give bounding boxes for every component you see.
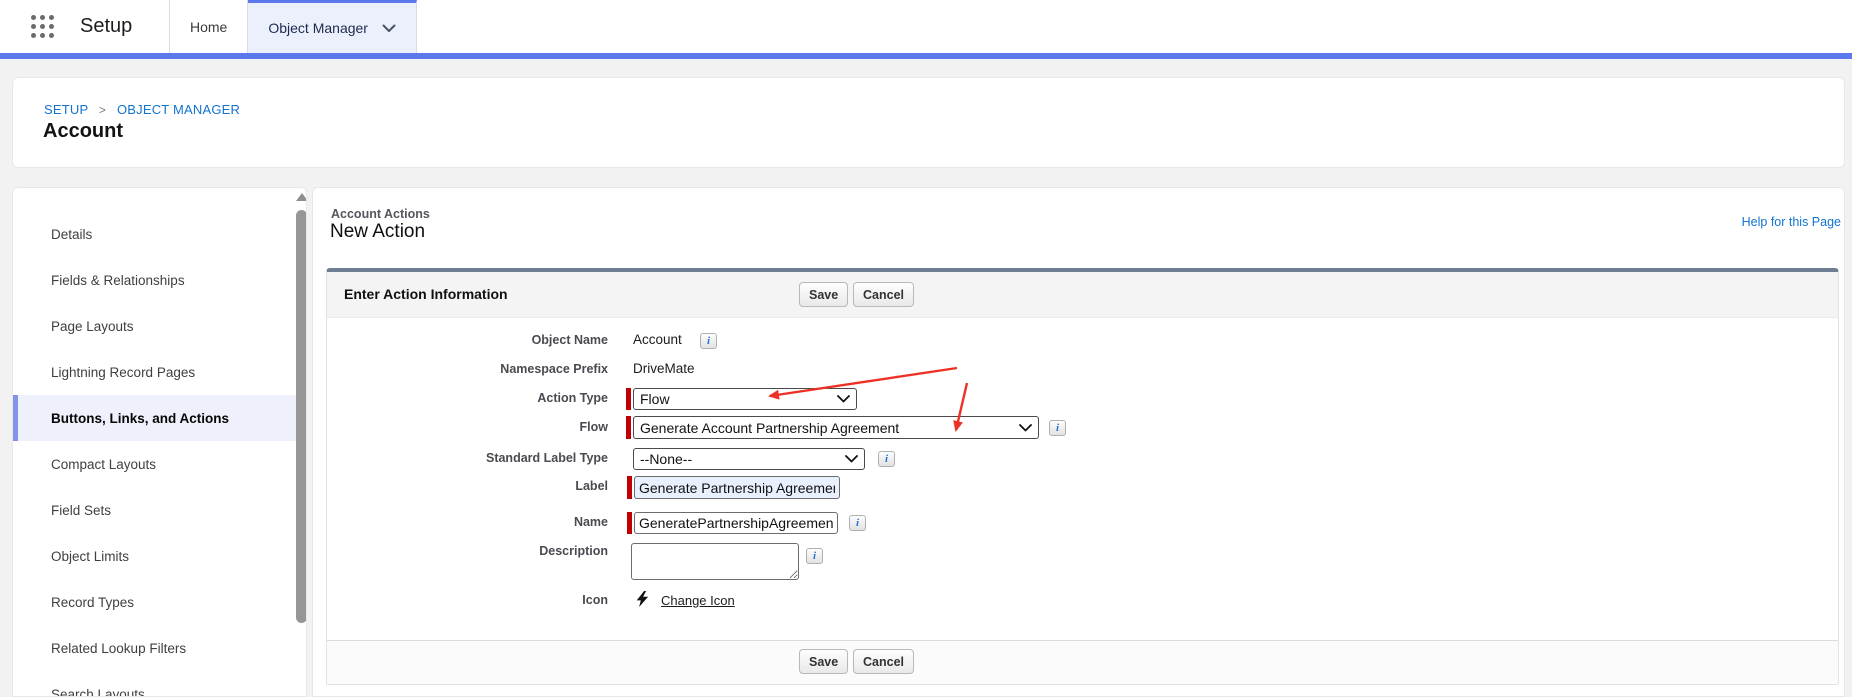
object-header-card: SETUP > OBJECT MANAGER Account bbox=[12, 77, 1845, 168]
sidebar-item-fields-relationships[interactable]: Fields & Relationships bbox=[13, 257, 306, 303]
breadcrumb: SETUP > OBJECT MANAGER bbox=[44, 102, 240, 117]
main-content-card: Account Actions New Action Help for this… bbox=[312, 187, 1845, 697]
object-title: Account bbox=[43, 120, 123, 143]
change-icon-link[interactable]: Change Icon bbox=[661, 593, 735, 608]
save-button[interactable]: Save bbox=[799, 282, 848, 307]
chevron-down-icon bbox=[1019, 424, 1032, 432]
app-launcher-icon[interactable] bbox=[31, 15, 57, 40]
sidebar-nav-list: Details Fields & Relationships Page Layo… bbox=[13, 211, 306, 697]
chevron-down-icon bbox=[382, 20, 396, 36]
sidebar-item-object-limits[interactable]: Object Limits bbox=[13, 533, 306, 579]
section-label: Account Actions bbox=[331, 207, 430, 221]
help-for-this-page-link[interactable]: Help for this Page bbox=[1742, 215, 1841, 229]
chevron-down-icon bbox=[845, 455, 858, 463]
chevron-down-icon bbox=[837, 395, 850, 403]
standard-label-type-label: Standard Label Type bbox=[327, 451, 608, 465]
description-info-icon[interactable]: i bbox=[806, 548, 823, 564]
sidebar-item-related-lookup-filters[interactable]: Related Lookup Filters bbox=[13, 625, 306, 671]
breadcrumb-setup-link[interactable]: SETUP bbox=[44, 102, 88, 117]
required-bar bbox=[626, 388, 631, 410]
scrollbar-thumb[interactable] bbox=[296, 210, 307, 623]
required-bar bbox=[627, 512, 632, 534]
flow-label: Flow bbox=[327, 420, 608, 434]
cancel-button[interactable]: Cancel bbox=[853, 282, 914, 307]
description-textarea[interactable] bbox=[631, 543, 799, 580]
flow-info-icon[interactable]: i bbox=[1049, 420, 1066, 436]
setup-app-title: Setup bbox=[80, 0, 132, 53]
sidebar-item-lightning-record-pages[interactable]: Lightning Record Pages bbox=[13, 349, 306, 395]
sidebar-item-record-types[interactable]: Record Types bbox=[13, 579, 306, 625]
sidebar-item-field-sets[interactable]: Field Sets bbox=[13, 487, 306, 533]
icon-field-label: Icon bbox=[327, 593, 608, 607]
name-field-label: Name bbox=[327, 515, 608, 529]
tab-home[interactable]: Home bbox=[169, 0, 248, 53]
brand-underline bbox=[0, 53, 1852, 59]
setup-page: Setup Home Object Manager SETUP > OBJECT… bbox=[0, 0, 1852, 697]
required-bar bbox=[626, 416, 631, 439]
action-type-label: Action Type bbox=[327, 391, 608, 405]
setup-tabs: Home Object Manager bbox=[169, 0, 417, 53]
breadcrumb-object-manager-link[interactable]: OBJECT MANAGER bbox=[117, 102, 240, 117]
object-manager-sidebar: Details Fields & Relationships Page Layo… bbox=[12, 187, 307, 697]
standard-label-type-info-icon[interactable]: i bbox=[878, 451, 895, 467]
label-field-label: Label bbox=[327, 479, 608, 493]
sidebar-item-search-layouts[interactable]: Search Layouts bbox=[13, 671, 306, 697]
description-label: Description bbox=[327, 544, 608, 558]
tab-object-manager[interactable]: Object Manager bbox=[248, 0, 417, 53]
sidebar-item-buttons-links-actions[interactable]: Buttons, Links, and Actions bbox=[13, 395, 306, 441]
scroll-up-arrow-icon[interactable] bbox=[296, 193, 307, 201]
object-name-info-icon[interactable]: i bbox=[700, 333, 717, 349]
name-info-icon[interactable]: i bbox=[849, 515, 866, 531]
panel-footer bbox=[327, 640, 1838, 684]
label-input[interactable] bbox=[634, 476, 840, 499]
action-type-select[interactable]: Flow bbox=[633, 388, 857, 410]
save-button-bottom[interactable]: Save bbox=[799, 649, 848, 674]
flow-select[interactable]: Generate Account Partnership Agreement bbox=[633, 416, 1039, 439]
standard-label-type-select[interactable]: --None-- bbox=[633, 448, 865, 470]
panel-header-title: Enter Action Information bbox=[344, 286, 508, 302]
namespace-prefix-label: Namespace Prefix bbox=[327, 362, 608, 376]
required-bar bbox=[627, 476, 632, 499]
sidebar-item-compact-layouts[interactable]: Compact Layouts bbox=[13, 441, 306, 487]
sidebar-item-page-layouts[interactable]: Page Layouts bbox=[13, 303, 306, 349]
enter-action-information-panel: Enter Action Information Save Cancel Obj… bbox=[326, 268, 1839, 685]
sidebar-item-details[interactable]: Details bbox=[13, 211, 306, 257]
object-name-label: Object Name bbox=[327, 333, 608, 347]
page-title: New Action bbox=[330, 221, 425, 243]
name-input[interactable] bbox=[634, 512, 838, 534]
panel-header bbox=[327, 272, 1838, 318]
sidebar-scrollbar[interactable] bbox=[296, 190, 307, 697]
breadcrumb-separator: > bbox=[99, 103, 106, 117]
top-navigation-bar: Setup Home Object Manager bbox=[0, 0, 1852, 59]
cancel-button-bottom[interactable]: Cancel bbox=[853, 649, 914, 674]
lightning-bolt-icon bbox=[635, 591, 650, 607]
namespace-prefix-value: DriveMate bbox=[633, 361, 695, 376]
object-name-value: Account bbox=[633, 332, 682, 347]
